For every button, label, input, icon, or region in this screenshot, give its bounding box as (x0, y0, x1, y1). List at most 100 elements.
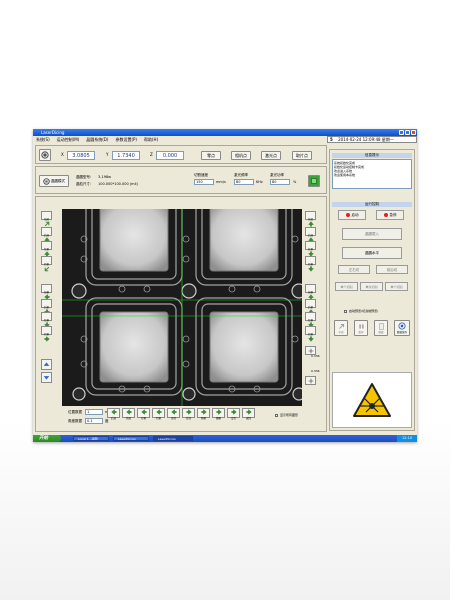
bottom-button-7[interactable]: 细移 (212, 408, 225, 420)
y-label: Y (106, 152, 109, 157)
start-button[interactable]: 启动 (338, 210, 366, 220)
laser-point-button[interactable]: 激光点 (261, 151, 281, 160)
bottom-button-label: 反转 (185, 417, 191, 420)
bottom-button-label: 细移 (215, 417, 221, 420)
laser-freq-input[interactable]: 80 (234, 179, 254, 185)
left-control-button-3[interactable]: 右移 (41, 256, 52, 272)
left-control-button-1[interactable]: 后退 (41, 227, 52, 243)
wafer-load-button[interactable]: 晶圆载入 (342, 228, 402, 240)
expand-button[interactable] (305, 376, 316, 385)
left-right-cut-button[interactable]: 左右切 (338, 265, 370, 274)
wafer-camera-image (62, 209, 302, 406)
lens-icon[interactable] (39, 149, 51, 161)
bottom-button-4[interactable]: 正转 (167, 408, 180, 420)
single-cut-button-3[interactable]: 单个切割 (385, 282, 408, 291)
left-control-caption: 前进 (44, 218, 50, 221)
menu-help[interactable]: 帮助(H) (144, 136, 158, 143)
bottom-button-3[interactable]: 右移 (152, 408, 165, 420)
bottom-button-label: 粗移 (200, 417, 206, 420)
right-control-caption: 右移 (308, 333, 314, 336)
window-title: LaserDicing (41, 130, 65, 135)
camera-point-button[interactable]: 相机点 (231, 151, 251, 160)
menu-wafer[interactable]: 晶圆系统(D) (86, 136, 108, 143)
title-bar: LaserDicing (33, 129, 417, 136)
left-control-button-2[interactable]: 左移 (41, 241, 52, 257)
front-back-cut-button[interactable]: 前后切 (376, 265, 408, 274)
single-cut-button-1[interactable]: 单个切割 (335, 282, 358, 291)
right-control-button-7[interactable]: 右移 (305, 326, 316, 342)
bottom-button-1[interactable]: 前进 (122, 408, 135, 420)
left-control-button-7[interactable]: 右移 (41, 326, 52, 342)
wafer-mode-button[interactable]: 晶圆模式 (39, 175, 69, 187)
arrow-right-icon (43, 327, 50, 346)
data-button[interactable]: 数据 (374, 320, 388, 336)
bottom-button-0[interactable]: 后退 (107, 408, 120, 420)
wafer-icon (43, 177, 50, 185)
menu-system[interactable]: 系统(S) (36, 136, 50, 143)
left-control-button-0[interactable]: 前进 (41, 211, 52, 227)
run-panel-title: 运行控制 (332, 202, 412, 207)
laser-power-input[interactable]: 80 (270, 179, 290, 185)
angle-data-unit: 度 (105, 419, 109, 423)
maximize-button[interactable] (405, 130, 410, 135)
arrow-left-icon (155, 409, 162, 416)
data-save-button[interactable]: 数据保存 (394, 320, 410, 336)
bottom-button-6[interactable]: 粗移 (197, 408, 210, 420)
arrow-right-icon (200, 409, 207, 416)
task-laserdicing-1[interactable]: LaserDicing (113, 436, 149, 441)
single-cut-button-2[interactable]: 单次切割 (360, 282, 383, 291)
task-paint[interactable]: Local 1 - 画图 (73, 436, 109, 441)
right-control-caption: 左移 (308, 319, 314, 322)
right-control-button-2[interactable]: 左移 (305, 241, 316, 257)
bottom-button-label: 正转 (170, 417, 176, 420)
collapse-button[interactable] (305, 346, 316, 355)
task-laserdicing-2[interactable]: LaserDicing (153, 436, 193, 441)
bottom-button-8[interactable]: 定位 (227, 408, 240, 420)
status-bar: 5 2014-02-24 12:09:48 星期一 (327, 136, 417, 143)
wafer-model-label: 晶圆型号: (76, 175, 92, 179)
z-label: Z (150, 152, 153, 157)
close-button[interactable] (411, 130, 416, 135)
chevron-down-button[interactable] (41, 372, 52, 383)
angle-data-input[interactable]: 0.1 (85, 418, 103, 424)
laser-warning-icon (353, 383, 391, 417)
show-all-checkbox[interactable] (275, 414, 278, 417)
apply-params-button[interactable] (308, 175, 320, 187)
menu-params[interactable]: 参数设置(P) (115, 136, 137, 143)
preview-checkbox[interactable] (344, 310, 347, 313)
bottom-button-5[interactable]: 反转 (182, 408, 195, 420)
right-value-lower: 0.336 (311, 369, 320, 373)
arrow-right-icon (185, 409, 192, 416)
minimize-button[interactable] (399, 130, 404, 135)
y-value: 1.7340 (112, 151, 140, 160)
wafer-level-button[interactable]: 晶圆水平 (342, 247, 402, 259)
left-control-button-4[interactable]: 前移 (41, 284, 52, 300)
pickup-point-button[interactable]: 取片点 (292, 151, 312, 160)
arrow-left-icon (170, 409, 177, 416)
left-control-caption: 后退 (44, 234, 50, 237)
left-control-button-5[interactable]: 后移 (41, 299, 52, 315)
chevron-down-icon (43, 375, 50, 380)
right-control-button-4[interactable]: 前移 (305, 284, 316, 300)
right-control-button-1[interactable]: 后退 (305, 227, 316, 243)
zero-point-button[interactable]: 零点 (201, 151, 221, 160)
menu-motion[interactable]: 运动控制(M) (57, 136, 80, 143)
page: { "window": {"title": "LaserDicing"}, "m… (0, 0, 450, 600)
pause-button[interactable]: 暂停 (354, 320, 368, 336)
manual-button[interactable]: 手动 (334, 320, 348, 336)
emergency-stop-button[interactable]: 急停 (376, 210, 404, 220)
right-control-button-6[interactable]: 左移 (305, 312, 316, 328)
bottom-button-9[interactable]: 返回 (242, 408, 255, 420)
right-control-button-5[interactable]: 后移 (305, 299, 316, 315)
stop-label: 急停 (389, 213, 397, 217)
left-control-caption: 右移 (44, 333, 50, 336)
start-button[interactable]: 开始 (33, 435, 61, 442)
chevron-up-button[interactable] (41, 359, 52, 370)
right-control-button-3[interactable]: 右移 (305, 256, 316, 272)
wafer-panel: 晶圆模式 晶圆型号: 3-198w 晶粒尺寸: 100.000*100.000 … (35, 166, 327, 194)
bottom-button-2[interactable]: 左移 (137, 408, 150, 420)
right-control-button-0[interactable]: 前进 (305, 211, 316, 227)
cut-speed-input[interactable]: 150 (194, 179, 214, 185)
left-control-button-6[interactable]: 左移 (41, 312, 52, 328)
position-data-input[interactable]: 1 (85, 409, 103, 415)
